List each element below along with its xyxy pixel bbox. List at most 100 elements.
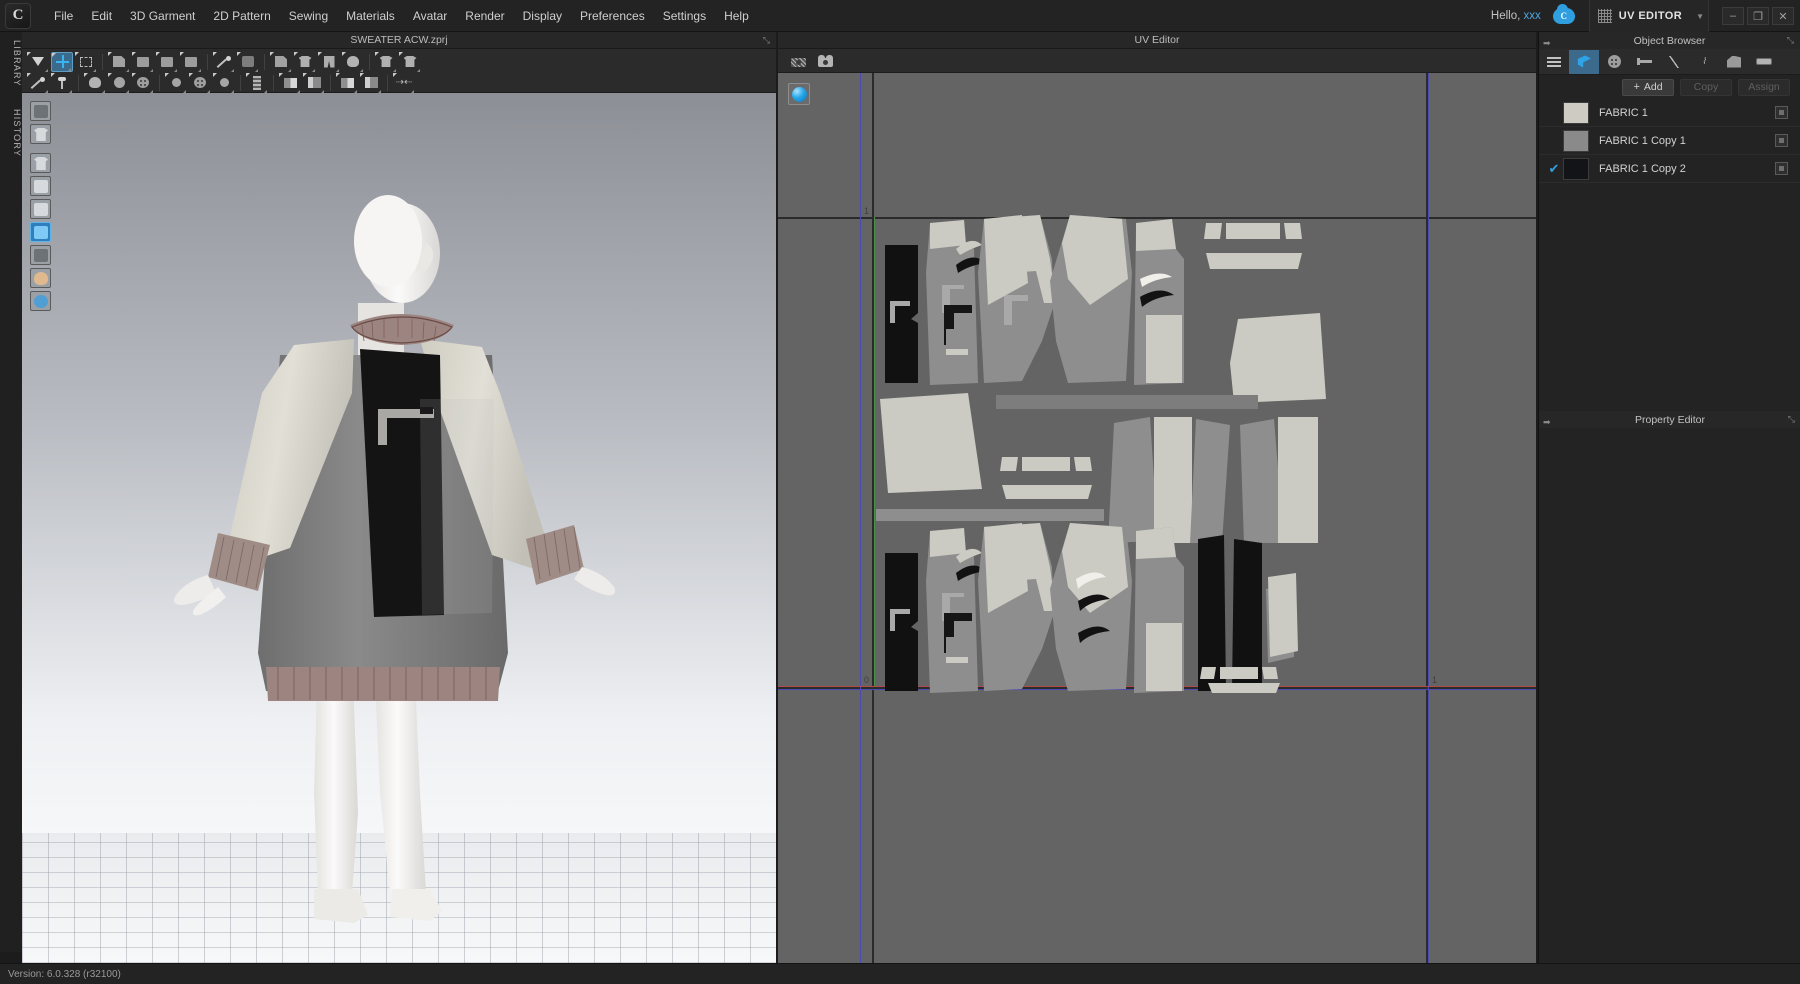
tool-puckering[interactable]: ⇢⇠	[393, 72, 415, 93]
object-browser-tab-zipper[interactable]	[1629, 50, 1659, 74]
tool-cursor-flag-icon	[399, 51, 403, 56]
tool-trim-wide[interactable]	[303, 72, 325, 93]
tool-select-mesh[interactable]	[27, 51, 49, 72]
chevron-down-icon[interactable]: ▼	[1696, 12, 1704, 21]
uv-dual-snapshot-icon[interactable]	[814, 51, 838, 71]
assign-button[interactable]: Assign	[1738, 78, 1790, 96]
menu-item-file[interactable]: File	[45, 4, 82, 28]
popout-icon[interactable]: ⤡	[1788, 414, 1795, 425]
display-icon-avatar-toggle[interactable]	[30, 199, 51, 219]
display-icon-fabric-paint[interactable]	[30, 176, 51, 196]
tool-avatar-pose[interactable]	[342, 51, 364, 72]
object-browser-tab-fabric[interactable]	[1569, 49, 1599, 74]
tool-pen[interactable]	[213, 51, 235, 72]
copy-button[interactable]: Copy	[1680, 78, 1732, 96]
dock-pin-icon[interactable]: ➡	[1543, 417, 1551, 428]
menu-item-help[interactable]: Help	[715, 4, 758, 28]
uv-editor-toolbar	[778, 49, 1536, 73]
menu-item-edit[interactable]: Edit	[82, 4, 121, 28]
tool-brush-hand[interactable]	[27, 72, 49, 93]
fabric-properties-icon[interactable]	[1775, 106, 1788, 119]
tool-shirt-back[interactable]	[399, 51, 421, 72]
display-icon-render-mode[interactable]	[30, 101, 51, 121]
tool-expand-corner-icon	[393, 68, 396, 72]
mode-switcher[interactable]: UV EDITOR ▼	[1588, 0, 1709, 32]
menu-item-materials[interactable]: Materials	[337, 4, 404, 28]
display-icon-garment-surface[interactable]	[30, 153, 51, 173]
tool-lock-button[interactable]	[213, 72, 235, 93]
menu-item-render[interactable]: Render	[456, 4, 513, 28]
tool-drape-edit[interactable]	[156, 51, 178, 72]
tool-trim-narrow[interactable]	[279, 72, 301, 93]
display-icon-skin-mode[interactable]	[30, 268, 51, 288]
tool-gift-box[interactable]	[270, 51, 292, 72]
tool-pattern-place[interactable]	[132, 51, 154, 72]
glyph-avatar-toggle	[34, 203, 48, 216]
menu-item-avatar[interactable]: Avatar	[404, 4, 456, 28]
tool-button-single[interactable]	[108, 72, 130, 93]
fabric-list-item[interactable]: FABRIC 1 Copy 1	[1539, 127, 1800, 155]
menu-item-sewing[interactable]: Sewing	[280, 4, 337, 28]
tool-button-multi[interactable]	[132, 72, 154, 93]
tool-button-place[interactable]	[189, 72, 211, 93]
object-browser-tab-trim[interactable]	[1749, 50, 1779, 74]
tool-transform-gizmo[interactable]	[51, 51, 73, 72]
fabric-swatch[interactable]	[1563, 129, 1589, 152]
tool-symmetric-pattern[interactable]	[294, 51, 316, 72]
menu-item-display[interactable]: Display	[514, 4, 571, 28]
glyph-render-mode	[34, 105, 48, 118]
fabric-list: FABRIC 1 FABRIC 1 Copy 1 ✔ FABRIC 1 Copy 2	[1539, 99, 1800, 183]
tool-cursor-flag-icon	[132, 72, 136, 77]
display-icon-texture-mode[interactable]	[30, 222, 51, 242]
object-browser-tab-trim-fold[interactable]	[1719, 50, 1749, 74]
right-dock: ➡ Object Browser ⤡ ⌇ + Add Copy Assign F…	[1538, 32, 1800, 984]
display-icon-shading[interactable]	[30, 245, 51, 265]
fabric-list-item[interactable]: ✔ FABRIC 1 Copy 2	[1539, 155, 1800, 183]
uv-snapshot-icon[interactable]	[786, 51, 810, 71]
tool-open-garment[interactable]	[318, 51, 340, 72]
tool-fold-arrangement[interactable]	[108, 51, 130, 72]
menu-item-settings[interactable]: Settings	[654, 4, 715, 28]
menu-item-3d-garment[interactable]: 3D Garment	[121, 4, 204, 28]
menu-item-preferences[interactable]: Preferences	[571, 4, 654, 28]
display-icon-garment-thumbnail[interactable]	[30, 124, 51, 144]
tool-needle[interactable]	[51, 72, 73, 93]
fabric-swatch[interactable]	[1563, 101, 1589, 124]
object-browser-tab-list[interactable]	[1539, 50, 1569, 74]
tool-shirt-front[interactable]	[375, 51, 397, 72]
fabric-list-item[interactable]: FABRIC 1	[1539, 99, 1800, 127]
cloud-button[interactable]: C	[1551, 4, 1577, 27]
tool-cursor-flag-icon	[213, 51, 217, 56]
tool-binding-wide[interactable]	[360, 72, 382, 93]
display-icon-environment[interactable]	[30, 291, 51, 311]
fabric-properties-icon[interactable]	[1775, 162, 1788, 175]
tool-zipper[interactable]	[246, 72, 268, 93]
uv-editor-canvas[interactable]: 1 0 1	[778, 73, 1536, 963]
object-browser-tab-topstitch[interactable]	[1659, 50, 1689, 74]
shirt-icon	[379, 56, 393, 67]
bar-icon	[340, 77, 354, 88]
add-button[interactable]: + Add	[1622, 78, 1674, 96]
tool-tack[interactable]	[237, 51, 259, 72]
viewport-3d[interactable]	[22, 93, 776, 963]
fabric-properties-icon[interactable]	[1775, 134, 1788, 147]
minimize-button[interactable]: –	[1722, 7, 1744, 25]
menu-item-2d-pattern[interactable]: 2D Pattern	[204, 4, 279, 28]
popout-icon[interactable]: ⤡	[763, 35, 770, 46]
check-icon[interactable]: ✔	[1545, 161, 1563, 177]
sidebar-tab-library[interactable]: LIBRARY	[0, 32, 22, 95]
object-browser-tab-graphic[interactable]: ⌇	[1689, 50, 1719, 74]
object-browser-tab-button[interactable]	[1599, 50, 1629, 74]
tool-texture-stamp[interactable]	[84, 72, 106, 93]
close-button[interactable]: ✕	[1772, 7, 1794, 25]
tool-cursor-flag-icon	[342, 51, 346, 56]
restore-button[interactable]: ❐	[1747, 7, 1769, 25]
sidebar-tab-history[interactable]: HISTORY	[0, 101, 22, 165]
tool-select-box[interactable]	[75, 51, 97, 72]
tool-binding-narrow[interactable]	[336, 72, 358, 93]
tool-pin-pattern[interactable]	[180, 51, 202, 72]
popout-icon[interactable]: ⤡	[1787, 35, 1794, 46]
dock-pin-icon[interactable]: ➡	[1543, 38, 1551, 49]
fabric-swatch[interactable]	[1563, 157, 1589, 180]
tool-buttonhole[interactable]	[165, 72, 187, 93]
